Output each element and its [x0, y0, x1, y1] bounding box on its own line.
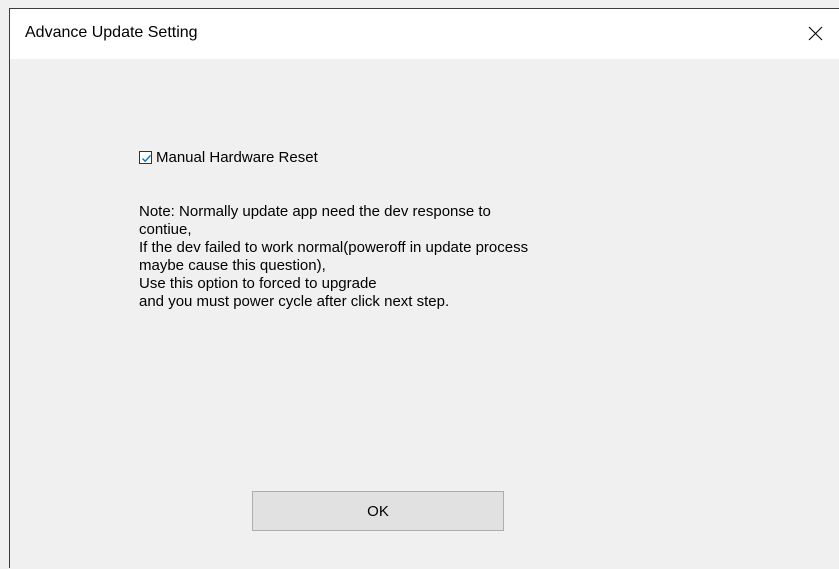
- close-icon: [808, 26, 823, 41]
- ok-button[interactable]: OK: [252, 491, 504, 531]
- dialog-window: Advance Update Setting Manual Hardware R…: [9, 8, 839, 568]
- dialog-content: Manual Hardware Reset Note: Normally upd…: [10, 59, 839, 569]
- window-title: Advance Update Setting: [25, 24, 198, 41]
- manual-hardware-reset-checkbox[interactable]: [139, 150, 152, 164]
- note-line: contiue,: [139, 221, 192, 238]
- note-line: Note: Normally update app need the dev r…: [139, 203, 491, 220]
- manual-hardware-reset-option[interactable]: Manual Hardware Reset: [139, 148, 318, 166]
- checkmark-icon: [142, 154, 152, 162]
- note-line: and you must power cycle after click nex…: [139, 293, 450, 310]
- close-button[interactable]: [793, 9, 839, 59]
- note-line: If the dev failed to work normal(powerof…: [139, 239, 529, 256]
- checkbox-label: Manual Hardware Reset: [156, 148, 318, 166]
- note-line: maybe cause this question),: [139, 257, 326, 274]
- note-line: Use this option to forced to upgrade: [139, 275, 377, 292]
- note-text: Note: Normally update app need the dev r…: [139, 203, 528, 311]
- title-bar: Advance Update Setting: [10, 9, 839, 59]
